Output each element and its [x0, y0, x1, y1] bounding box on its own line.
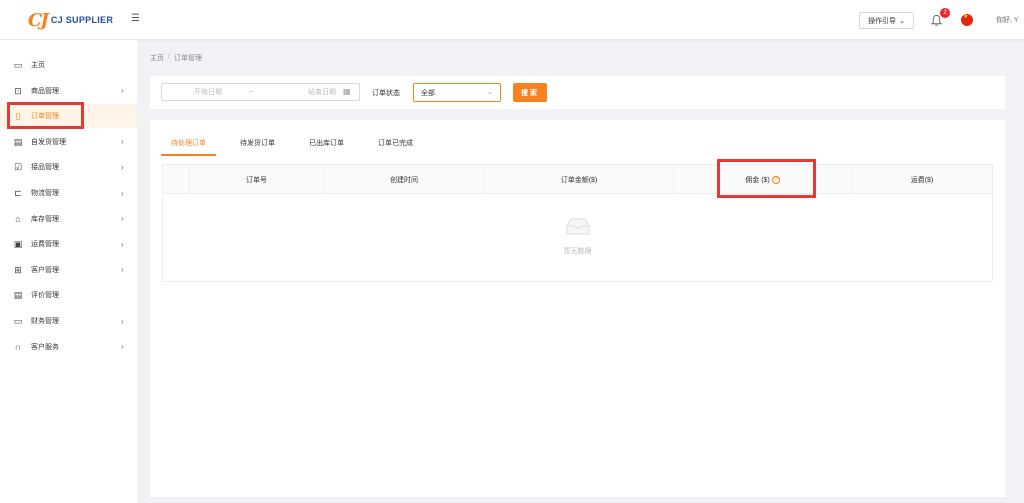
order-status-select[interactable]: 全部 ⌄	[413, 83, 501, 102]
date-end-input[interactable]: 结束日期	[308, 87, 336, 97]
sidebar-item-label: 财务管理	[31, 318, 59, 325]
order-tabs: 待处理订单 待发货订单 已出库订单 订单已完成	[161, 138, 437, 156]
breadcrumb-current: 订单管理	[173, 55, 202, 62]
monitor-icon: ▭	[13, 60, 23, 70]
sidebar-item-label: 自发货管理	[31, 138, 66, 146]
search-button[interactable]: 搜索	[513, 83, 547, 102]
notification-badge: 2	[940, 8, 950, 18]
empty-state: 暂无数据	[163, 194, 992, 282]
sidebar-item[interactable]: ⊏ 物流管理 ›	[0, 181, 137, 205]
table-header-cell: 创建时间	[324, 165, 485, 194]
freight-icon: ▣	[13, 239, 23, 250]
headset-icon: ∩	[14, 341, 22, 352]
logo[interactable]: CJ CJ SUPPLIER	[28, 9, 113, 31]
chevron-right-icon: ›	[121, 316, 124, 326]
chevron-right-icon: ›	[121, 86, 124, 96]
sidebar-item-label: 运费管理	[31, 241, 59, 249]
chevron-down-icon: ⌄	[899, 17, 905, 25]
table-header-cell: 运费($)	[852, 165, 992, 194]
breadcrumb-home[interactable]: 主页	[150, 53, 164, 63]
sidebar-item[interactable]: ▤ 评价管理	[0, 283, 137, 307]
chevron-right-icon: ›	[121, 188, 124, 198]
chevron-right-icon: ›	[121, 137, 124, 147]
chevron-right-icon: ›	[121, 265, 124, 275]
chevron-down-icon: ⌄	[487, 89, 493, 96]
sidebar-item[interactable]: ▤ 自发货管理 ›	[0, 130, 137, 154]
order-tab[interactable]: 订单已完成	[368, 138, 423, 156]
user-greeting[interactable]: 你好, Y	[996, 15, 1019, 25]
guide-dropdown[interactable]: 操作引导 ⌄	[859, 12, 914, 29]
order-tab[interactable]: 待发货订单	[230, 138, 285, 156]
chevron-right-icon: ›	[121, 214, 124, 224]
sidebar-item-label: 商品管理	[31, 87, 59, 95]
menu-toggle-icon[interactable]: ☰	[131, 14, 141, 24]
sidebar-item-label: 主页	[31, 62, 45, 69]
calendar-icon: ▦	[343, 87, 351, 96]
finance-icon: ▭	[13, 316, 23, 326]
order-status-value: 全部	[421, 89, 435, 97]
date-start-input[interactable]: 开始日期	[194, 87, 222, 97]
empty-inbox-icon	[566, 218, 590, 235]
empty-text: 暂无数据	[563, 248, 592, 255]
china-flag-icon[interactable]: ★	[961, 14, 973, 26]
highlight-box-order-nav	[7, 102, 84, 129]
filter-card: 开始日期 ~ 结束日期 ▦ 订单状态 全部 ⌄ 搜索	[150, 76, 1005, 109]
chevron-right-icon: ›	[121, 239, 124, 249]
table-header: 订单号 创建时间 订单金额($) 佣金 ($)? 运费($)	[163, 165, 992, 194]
table-header-label: 订单金额($)	[560, 176, 598, 184]
date-range-picker[interactable]: 开始日期 ~ 结束日期 ▦	[161, 83, 360, 101]
chevron-right-icon: ›	[121, 162, 124, 172]
logo-text: CJ SUPPLIER	[50, 15, 114, 25]
sidebar-item-label: 客户服务	[31, 343, 59, 351]
chevron-right-icon: ›	[121, 342, 124, 352]
sidebar-item-label: 客户管理	[31, 266, 59, 274]
truck-icon: ⊏	[14, 188, 22, 198]
order-tab[interactable]: 待处理订单	[161, 138, 216, 156]
sidebar-item[interactable]: ☑ 接品管理 ›	[0, 155, 137, 179]
sidebar-item-label: 评价管理	[31, 292, 59, 300]
table-header-cell	[163, 165, 190, 194]
table-header-cell: 订单号	[190, 165, 324, 194]
date-separator: ~	[249, 88, 254, 96]
highlight-box-commission-column	[717, 159, 816, 198]
orders-card: 待处理订单 待发货订单 已出库订单 订单已完成 订单号 创建时间 订单金额($) 佣金 ($…	[150, 120, 1005, 497]
breadcrumb-separator: /	[168, 53, 170, 60]
sidebar-item[interactable]: ⌂ 库存管理 ›	[0, 207, 137, 231]
breadcrumb: 主页 / 订单管理	[150, 53, 202, 63]
sidebar-item-label: 接品管理	[31, 164, 59, 172]
sidebar-item-label: 物流管理	[31, 190, 59, 197]
order-tab[interactable]: 已出库订单	[299, 138, 354, 156]
sidebar-item-label: 库存管理	[31, 215, 59, 223]
top-header: CJ CJ SUPPLIER ☰ 操作引导 ⌄ 2 ★ 你好, Y	[0, 0, 1024, 40]
orders-table: 订单号 创建时间 订单金额($) 佣金 ($)? 运费($) 暂无数据	[162, 164, 993, 282]
clipboard-check-icon: ☑	[13, 162, 23, 173]
table-header-label: 运费($)	[910, 176, 934, 184]
sidebar-item[interactable]: ▣ 运费管理 ›	[0, 232, 137, 256]
logo-mark: CJ	[28, 9, 49, 31]
sidebar-item[interactable]: ∩ 客户服务 ›	[0, 335, 137, 359]
guide-label: 操作引导	[868, 17, 897, 25]
table-header-label: 创建时间	[390, 176, 418, 184]
users-grid-icon: ⊞	[14, 264, 22, 275]
shipping-list-icon: ▤	[13, 136, 23, 147]
box-icon: ⊡	[14, 85, 22, 96]
sidebar-item[interactable]: ▭ 财务管理 ›	[0, 309, 137, 333]
table-header-label: 订单号	[246, 176, 267, 184]
review-icon: ▤	[13, 290, 23, 301]
sidebar-item[interactable]: ⊞ 客户管理 ›	[0, 258, 137, 282]
order-status-label: 订单状态	[372, 90, 400, 97]
sidebar-item[interactable]: ⊡ 商品管理 ›	[0, 79, 137, 103]
sidebar-item[interactable]: ▭ 主页	[0, 53, 137, 77]
table-header-cell: 订单金额($)	[485, 165, 674, 194]
warehouse-icon: ⌂	[15, 213, 21, 224]
